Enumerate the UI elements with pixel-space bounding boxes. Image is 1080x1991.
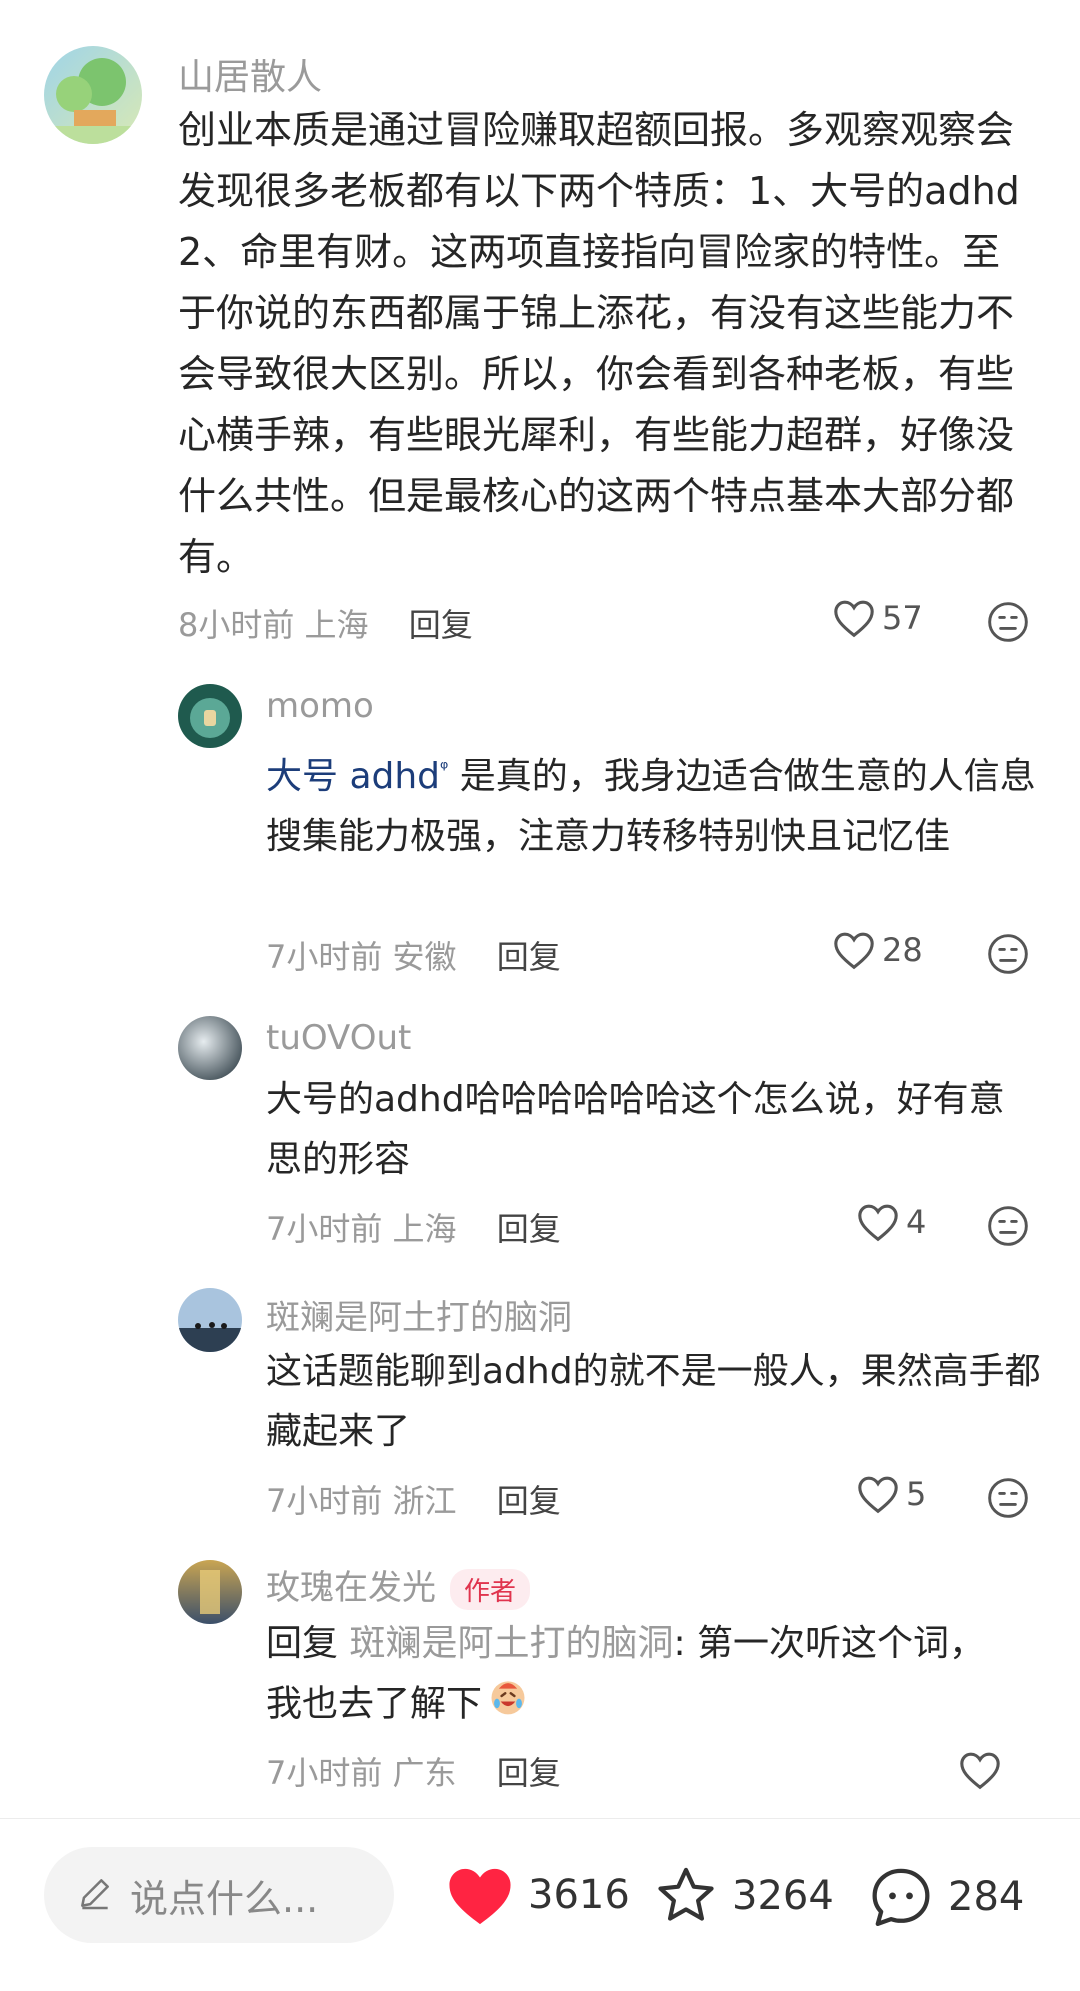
timestamp: 7小时前 bbox=[266, 1210, 383, 1248]
crying-laugh-emoji bbox=[486, 1674, 530, 1737]
comment-page: 山居散人 创业本质是通过冒险赚取超额回报。多观察观察会发现很多老板都有以下两个特… bbox=[0, 0, 1080, 1991]
heart-icon bbox=[834, 600, 874, 638]
comment-input-placeholder: 说点什么... bbox=[130, 1876, 319, 1921]
avatar[interactable] bbox=[178, 1288, 242, 1352]
avatar[interactable] bbox=[178, 1560, 242, 1624]
dislike-face-icon[interactable] bbox=[986, 600, 1030, 648]
location: 广东 bbox=[392, 1754, 457, 1792]
like-post-button[interactable]: 3616 bbox=[444, 1863, 630, 1927]
like-button[interactable] bbox=[958, 1750, 1002, 1790]
favorite-count: 3264 bbox=[732, 1873, 834, 1919]
location: 浙江 bbox=[392, 1482, 457, 1520]
heart-icon bbox=[858, 1204, 898, 1242]
comment-input[interactable]: 说点什么... bbox=[44, 1847, 394, 1943]
like-count: 5 bbox=[906, 1475, 927, 1513]
like-count: 57 bbox=[882, 599, 923, 637]
comment-meta: 7小时前 浙江 回复 bbox=[266, 1476, 561, 1522]
heart-icon bbox=[858, 1476, 898, 1514]
pencil-icon bbox=[76, 1874, 114, 1916]
reply-button[interactable]: 回复 bbox=[497, 1210, 561, 1248]
like-button[interactable]: 28 bbox=[832, 930, 923, 970]
timestamp: 7小时前 bbox=[266, 1482, 383, 1520]
username[interactable]: momo bbox=[266, 686, 374, 726]
avatar[interactable] bbox=[178, 684, 242, 748]
timestamp: 7小时前 bbox=[266, 938, 383, 976]
like-button[interactable]: 4 bbox=[856, 1202, 926, 1242]
comment-text: 创业本质是通过冒险赚取超额回报。多观察观察会发现很多老板都有以下两个特质：1、大… bbox=[178, 108, 1020, 579]
username-row: 玫瑰在发光 作者 bbox=[266, 1560, 531, 1610]
reply-button[interactable]: 回复 bbox=[497, 1754, 561, 1792]
comment-meta: 7小时前 安徽 回复 bbox=[266, 932, 561, 978]
comment-text: 大号的adhd哈哈哈哈哈哈这个怎么说，好有意思的形容 bbox=[266, 1079, 1005, 1180]
location: 安徽 bbox=[392, 938, 457, 976]
like-button[interactable]: 5 bbox=[856, 1474, 926, 1514]
avatar[interactable] bbox=[44, 46, 142, 144]
username[interactable]: 斑斓是阿土打的脑洞 bbox=[266, 1290, 572, 1339]
username[interactable]: 山居散人 bbox=[178, 48, 322, 100]
comment-text: 这话题能聊到adhd的就不是一般人，果然高手都藏起来了 bbox=[266, 1351, 1041, 1452]
chat-bubble-icon bbox=[872, 1868, 930, 1927]
comment-meta: 7小时前 上海 回复 bbox=[266, 1204, 561, 1250]
username[interactable]: tuOVOut bbox=[266, 1018, 411, 1058]
dislike-face-icon[interactable] bbox=[986, 932, 1030, 980]
username[interactable]: 玫瑰在发光 bbox=[266, 1568, 436, 1608]
comment-count-button[interactable]: 284 bbox=[866, 1863, 1024, 1931]
timestamp: 8小时前 bbox=[178, 606, 295, 644]
favorite-button[interactable]: 3264 bbox=[652, 1863, 834, 1929]
like-count: 4 bbox=[906, 1203, 927, 1241]
reply-button[interactable]: 回复 bbox=[497, 1482, 561, 1520]
keyword-link[interactable]: 大号 adhdᵠ bbox=[266, 756, 448, 797]
author-badge: 作者 bbox=[450, 1569, 531, 1610]
reply-button[interactable]: 回复 bbox=[497, 938, 561, 976]
avatar[interactable] bbox=[178, 1016, 242, 1080]
comment-meta: 8小时前 上海 回复 bbox=[178, 600, 473, 646]
reply-button[interactable]: 回复 bbox=[409, 606, 473, 644]
dislike-face-icon[interactable] bbox=[986, 1204, 1030, 1252]
star-icon bbox=[658, 1867, 714, 1921]
bottom-action-bar: 说点什么... 3616 3264 284 bbox=[0, 1819, 1080, 1991]
comment-text: 回复 斑斓是阿土打的脑洞: 第一次听这个词，我也去了解下 bbox=[266, 1614, 1006, 1737]
dislike-face-icon[interactable] bbox=[986, 1476, 1030, 1524]
location: 上海 bbox=[392, 1210, 457, 1248]
location: 上海 bbox=[304, 606, 369, 644]
comment-meta: 7小时前 广东 回复 bbox=[266, 1748, 561, 1794]
reply-target-link[interactable]: 斑斓是阿土打的脑洞 bbox=[349, 1623, 673, 1664]
heart-icon bbox=[960, 1752, 1000, 1790]
heart-icon bbox=[449, 1868, 511, 1925]
heart-icon bbox=[834, 932, 874, 970]
comment-text: 大号 adhdᵠ 是真的，我身边适合做生意的人信息搜集能力极强，注意力转移特别快… bbox=[266, 756, 1036, 857]
like-count: 28 bbox=[882, 931, 923, 969]
timestamp: 7小时前 bbox=[266, 1754, 383, 1792]
comment-count: 284 bbox=[948, 1874, 1025, 1920]
like-button[interactable]: 57 bbox=[832, 598, 923, 638]
like-count: 3616 bbox=[528, 1872, 630, 1918]
